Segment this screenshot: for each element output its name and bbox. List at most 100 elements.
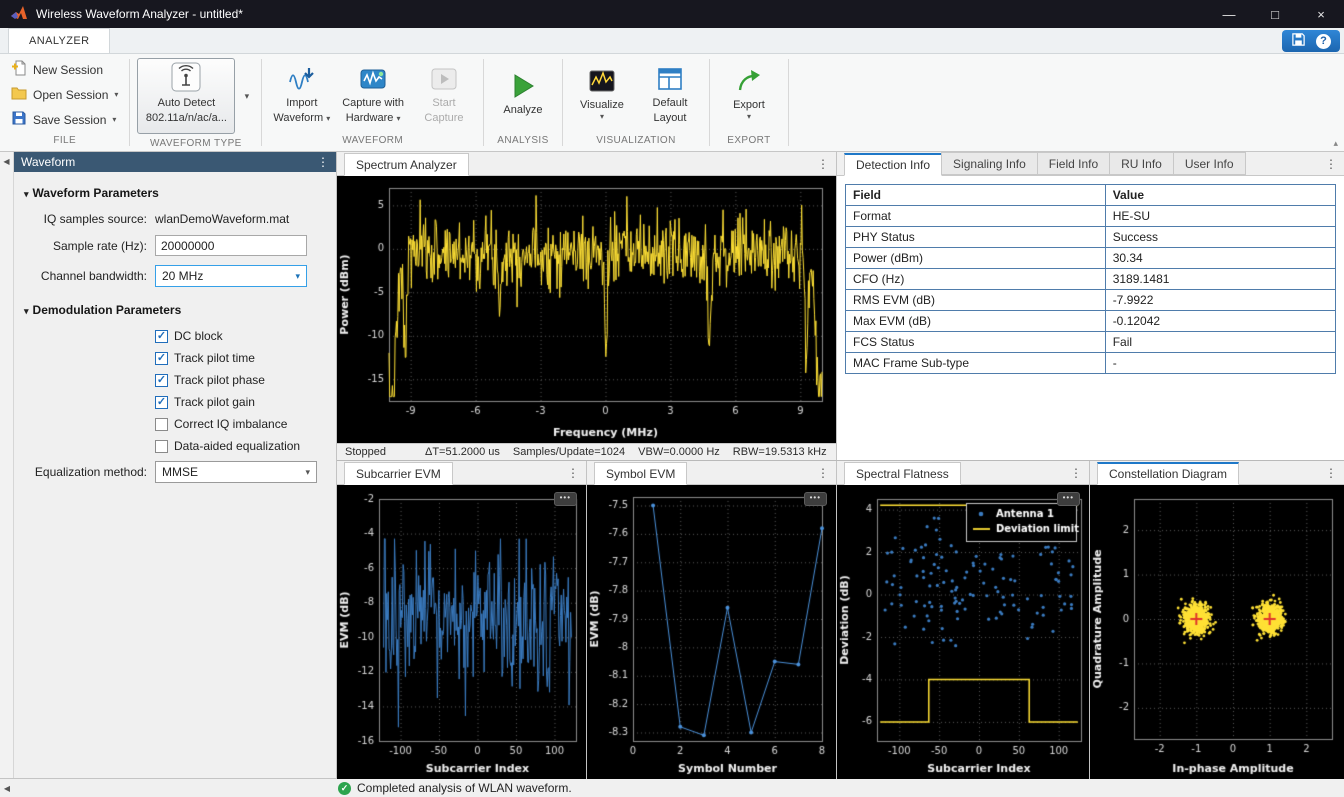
waveform-type-dropdown[interactable]: ▾ xyxy=(239,58,254,134)
status-bar: ◀ ✓ Completed analysis of WLAN waveform. xyxy=(0,778,1344,797)
chevron-down-icon: ▾ xyxy=(112,115,116,124)
chevron-down-icon: ▾ xyxy=(295,271,300,282)
open-session-button[interactable]: Open Session ▾ xyxy=(7,84,122,105)
minimize-button[interactable]: — xyxy=(1206,0,1252,28)
panel-menu-icon[interactable]: ⋮ xyxy=(560,466,586,484)
panel-menu-icon[interactable]: ⋮ xyxy=(1318,157,1344,175)
ribbon-toolbar: New Session Open Session ▾ Save Session … xyxy=(0,54,1344,152)
data-aided-equalization-checkbox[interactable]: ✓ Data-aided equalization xyxy=(155,439,328,453)
spectrum-chart xyxy=(337,176,836,443)
default-layout-button[interactable]: Default Layout xyxy=(638,61,702,128)
tab-field-info[interactable]: Field Info xyxy=(1037,152,1110,175)
left-panel-collapse-strip[interactable]: ◀ xyxy=(0,152,14,778)
chevron-down-icon: ▾ xyxy=(305,467,310,478)
save-session-button[interactable]: Save Session ▾ xyxy=(7,109,120,130)
table-header-value: Value xyxy=(1105,185,1335,206)
visualize-icon xyxy=(588,66,616,96)
new-session-button[interactable]: New Session xyxy=(7,59,107,80)
section-waveform-parameters[interactable]: ▾Waveform Parameters xyxy=(24,186,328,200)
spectrum-state: Stopped xyxy=(345,446,386,458)
spectrum-rbw: RBW=19.5313 kHz xyxy=(733,446,827,458)
ribbon-tab-row: ANALYZER ? xyxy=(0,28,1344,54)
ribbon-section-file: New Session Open Session ▾ Save Session … xyxy=(0,54,129,151)
subcarrier-evm-panel: Subcarrier EVM ⋮ ••• xyxy=(337,461,587,778)
app-window: Wireless Waveform Analyzer - untitled* —… xyxy=(0,0,1344,797)
tab-analyzer[interactable]: ANALYZER xyxy=(8,28,110,53)
tab-spectral-flatness[interactable]: Spectral Flatness xyxy=(844,462,961,485)
maximize-button[interactable]: □ xyxy=(1252,0,1298,28)
check-icon: ✓ xyxy=(157,397,166,408)
equalization-method-label: Equalization method: xyxy=(22,465,155,479)
plots-area: Spectrum Analyzer ⋮ Stopped ΔT=51.2000 u… xyxy=(337,152,1344,778)
waveform-panel-body: ▾Waveform Parameters IQ samples source: … xyxy=(14,172,336,778)
minimize-ribbon-icon[interactable]: ▴ xyxy=(1333,138,1338,149)
help-icon[interactable]: ? xyxy=(1316,34,1331,49)
axes-toolbar-button[interactable]: ••• xyxy=(804,492,827,506)
section-label-waveform-type: WAVEFORM TYPE xyxy=(130,138,261,151)
track-pilot-gain-checkbox[interactable]: ✓ Track pilot gain xyxy=(155,395,328,409)
ribbon-section-visualization: Visualize ▾ Default Layout VISUALIZATION xyxy=(563,54,709,151)
tab-ru-info[interactable]: RU Info xyxy=(1109,152,1174,175)
capture-hardware-icon xyxy=(359,64,387,94)
table-row: FCS StatusFail xyxy=(846,332,1336,353)
constellation-panel: Constellation Diagram ⋮ xyxy=(1090,461,1344,778)
axes-toolbar-button[interactable]: ••• xyxy=(1057,492,1080,506)
visualize-button[interactable]: Visualize ▾ xyxy=(570,63,634,126)
track-pilot-phase-checkbox[interactable]: ✓ Track pilot phase xyxy=(155,373,328,387)
table-row: Max EVM (dB)-0.12042 xyxy=(846,311,1336,332)
close-button[interactable]: × xyxy=(1298,0,1344,28)
tab-user-info[interactable]: User Info xyxy=(1173,152,1246,175)
tab-symbol-evm[interactable]: Symbol EVM xyxy=(594,462,687,485)
analyze-button[interactable]: Analyze xyxy=(491,68,555,120)
tab-spectrum-analyzer[interactable]: Spectrum Analyzer xyxy=(344,153,469,176)
panel-menu-icon[interactable]: ⋮ xyxy=(810,157,836,175)
chevron-down-icon: ▾ xyxy=(396,114,400,123)
ribbon-section-waveform: Import Waveform ▾ Capture with Hardware … xyxy=(262,54,483,151)
capture-with-hardware-button[interactable]: Capture with Hardware ▾ xyxy=(338,61,408,128)
table-row: Power (dBm)30.34 xyxy=(846,248,1336,269)
status-message: Completed analysis of WLAN waveform. xyxy=(357,781,572,795)
panel-menu-icon[interactable]: ⋮ xyxy=(1063,466,1089,484)
waveform-panel-menu-icon[interactable]: ⋮ xyxy=(317,155,329,169)
antenna-icon xyxy=(171,62,201,96)
export-button[interactable]: Export ▾ xyxy=(717,63,781,126)
panel-menu-icon[interactable]: ⋮ xyxy=(810,466,836,484)
spectrum-samples: Samples/Update=1024 xyxy=(513,446,625,458)
spectrum-dt: ΔT=51.2000 us xyxy=(425,446,500,458)
collapse-left-icon[interactable]: ◀ xyxy=(0,784,14,793)
tab-constellation-diagram[interactable]: Constellation Diagram xyxy=(1097,462,1239,485)
collapse-section-icon: ▾ xyxy=(24,306,29,316)
sample-rate-input[interactable]: 20000000 xyxy=(155,235,307,256)
tab-subcarrier-evm[interactable]: Subcarrier EVM xyxy=(344,462,453,485)
export-icon xyxy=(735,66,763,96)
quick-save-icon[interactable] xyxy=(1291,32,1306,50)
collapse-left-icon[interactable]: ◀ xyxy=(3,157,9,166)
tab-signaling-info[interactable]: Signaling Info xyxy=(941,152,1038,175)
auto-detect-button[interactable]: Auto Detect 802.11a/n/ac/a... xyxy=(137,58,235,134)
section-demodulation-parameters[interactable]: ▾Demodulation Parameters xyxy=(24,303,328,317)
chevron-down-icon: ▾ xyxy=(747,112,751,122)
track-pilot-time-checkbox[interactable]: ✓ Track pilot time xyxy=(155,351,328,365)
equalization-method-dropdown[interactable]: MMSE ▾ xyxy=(155,461,317,483)
spectrum-status-bar: Stopped ΔT=51.2000 us Samples/Update=102… xyxy=(337,443,836,460)
spectrum-vbw: VBW=0.0000 Hz xyxy=(638,446,720,458)
tab-detection-info[interactable]: Detection Info xyxy=(844,153,942,176)
table-header-field: Field xyxy=(846,185,1106,206)
default-layout-icon xyxy=(656,64,684,94)
channel-bandwidth-dropdown[interactable]: 20 MHz ▾ xyxy=(155,265,307,287)
table-row: CFO (Hz)3189.1481 xyxy=(846,269,1336,290)
correct-iq-imbalance-checkbox[interactable]: ✓ Correct IQ imbalance xyxy=(155,417,328,431)
ribbon-section-export: Export ▾ EXPORT xyxy=(710,54,788,151)
axes-toolbar-button[interactable]: ••• xyxy=(554,492,577,506)
table-row: FormatHE-SU xyxy=(846,206,1336,227)
section-label-analysis: ANALYSIS xyxy=(484,135,562,151)
dc-block-checkbox[interactable]: ✓ DC block xyxy=(155,329,328,343)
ribbon-section-waveform-type: Auto Detect 802.11a/n/ac/a... ▾ WAVEFORM… xyxy=(130,54,261,151)
channel-bandwidth-label: Channel bandwidth: xyxy=(22,269,155,283)
detection-info-table: Field Value FormatHE-SU PHY StatusSucces… xyxy=(845,184,1336,374)
success-check-icon: ✓ xyxy=(338,782,351,795)
import-waveform-button[interactable]: Import Waveform ▾ xyxy=(269,61,334,128)
iq-source-label: IQ samples source: xyxy=(22,212,155,226)
panel-menu-icon[interactable]: ⋮ xyxy=(1318,466,1344,484)
info-panel: Detection Info Signaling Info Field Info… xyxy=(837,152,1344,460)
